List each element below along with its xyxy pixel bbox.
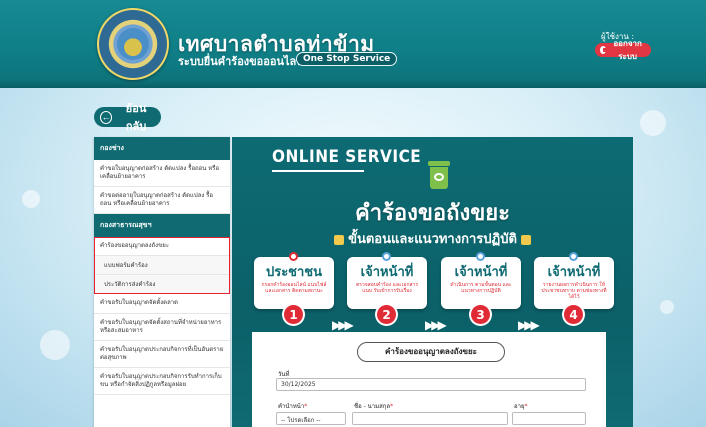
step-desc: กรอกคำร้องออนไลน์ แนบไฟล์และเอกสาร ติดตา… — [261, 282, 327, 294]
page-title: คำร้องขอถังขยะ — [355, 201, 510, 226]
sidebar-subitem-request-form[interactable]: แบบฟอร์มคำร้อง — [94, 256, 230, 276]
step-number-4: 4 — [564, 305, 583, 324]
prefix-label: คำนำหน้า* — [278, 403, 308, 410]
step-arrow-icon: ▶▶▶ — [332, 318, 354, 332]
step-desc: ตรวจสอบคำร้อง และเอกสารแนบ รับเข้าการรับ… — [355, 282, 419, 294]
step-card-3: เจ้าหน้าที่ ดำเนินการ ตามขั้นตอน และแนวท… — [441, 252, 521, 309]
step-number-2: 2 — [377, 305, 396, 324]
step-arrow-icon: ▶▶▶ — [518, 318, 540, 332]
arrow-left-icon: ← — [100, 110, 113, 124]
people-icon — [334, 234, 345, 245]
age-input[interactable] — [512, 412, 586, 425]
sidebar-section-engineering: กองช่าง — [94, 137, 230, 160]
age-label: อายุ* — [514, 403, 528, 410]
sidebar-item-building-permit[interactable]: คำขอใบอนุญาตก่อสร้าง ดัดแปลง รื้อถอน หรื… — [94, 160, 230, 188]
name-label: ชื่อ - นามสกุล* — [354, 403, 394, 410]
steps-heading-text: ขั้นตอนและแนวทางการปฏิบัติ — [348, 232, 517, 247]
logout-icon — [600, 46, 607, 54]
site-subtitle: ระบบยื่นคำร้องขอออนไลน์ — [178, 55, 304, 68]
date-input[interactable] — [276, 378, 586, 391]
sidebar-item-hazard-license[interactable]: คำขอรับใบอนุญาตประกอบกิจการที่เป็นอันตรา… — [94, 341, 230, 368]
sidebar-item-waste-license[interactable]: คำขอรับใบอนุญาตประกอบกิจการรับทำการเก็บ … — [94, 368, 230, 396]
step-desc: รายงานผลการดำเนินการ ให้ประชาชนทราบ ตามช… — [541, 282, 607, 300]
online-service-heading: ONLINE SERVICE — [272, 147, 422, 167]
step-number-3: 3 — [471, 305, 490, 324]
background-bokeh — [640, 110, 666, 136]
heading-underline — [272, 170, 364, 172]
sidebar-menu: กองช่าง คำขอใบอนุญาตก่อสร้าง ดัดแปลง รื้… — [94, 137, 230, 427]
municipality-logo — [97, 8, 169, 80]
person-pin-icon — [382, 252, 391, 261]
background-bokeh — [660, 300, 674, 314]
person-pin-icon — [569, 252, 578, 261]
people-icon — [520, 234, 531, 245]
step-number-1: 1 — [284, 305, 303, 324]
sidebar-item-market-license[interactable]: คำขอรับใบอนุญาตจัดตั้งตลาด — [94, 294, 230, 314]
sidebar-subitem-request-history[interactable]: ประวัติการส่งคำร้อง — [94, 275, 230, 295]
sidebar-item-bin-request[interactable]: คำร้องขออนุญาตลงถังขยะ — [94, 237, 230, 257]
sidebar-item-food-license[interactable]: คำขอรับใบอนุญาตจัดตั้งสถานที่จำหน่ายอาหา… — [94, 314, 230, 341]
person-pin-icon — [476, 252, 485, 261]
back-button[interactable]: ← ย้อนกลับ — [94, 103, 161, 133]
step-card-2: เจ้าหน้าที่ ตรวจสอบคำร้อง และเอกสารแนบ ร… — [347, 252, 427, 309]
step-card-1: ประชาชน กรอกคำร้องออนไลน์ แนบไฟล์และเอกส… — [254, 252, 334, 309]
back-label: ย้อนกลับ — [125, 103, 147, 133]
logout-button[interactable]: ออกจากระบบ — [595, 39, 651, 61]
step-arrow-icon: ▶▶▶ — [425, 318, 447, 332]
background-bokeh — [22, 190, 40, 208]
step-desc: ดำเนินการ ตามขั้นตอน และแนวทางการปฏิบัติ — [450, 282, 512, 294]
sidebar-group-bin-request: คำร้องขออนุญาตลงถังขยะ แบบฟอร์มคำร้อง ปร… — [94, 237, 230, 295]
step-card-4: เจ้าหน้าที่ รายงานผลการดำเนินการ ให้ประช… — [534, 252, 614, 309]
sidebar-item-permit-renewal[interactable]: คำขอต่ออายุใบอนุญาตก่อสร้าง ดัดแปลง รื้อ… — [94, 187, 230, 215]
request-form: คำร้องขออนุญาตลงถังขยะ วันที่ คำนำหน้า* … — [252, 332, 606, 427]
name-input[interactable] — [352, 412, 508, 425]
background-bokeh — [40, 330, 70, 360]
form-title: คำร้องขออนุญาตลงถังขยะ — [357, 342, 505, 362]
step-role: เจ้าหน้าที่ — [547, 265, 601, 280]
step-role: เจ้าหน้าที่ — [454, 265, 508, 280]
logout-label: ออกจากระบบ — [613, 39, 642, 61]
one-stop-service-badge: One Stop Service — [296, 52, 398, 66]
step-role: ประชาชน — [265, 265, 323, 280]
steps-heading: ขั้นตอนและแนวทางการปฏิบัติ — [232, 228, 633, 249]
person-pin-icon — [289, 252, 298, 261]
step-role: เจ้าหน้าที่ — [360, 265, 414, 280]
prefix-select[interactable]: -- โปรดเลือก -- — [276, 412, 346, 425]
sidebar-section-public-health: กองสาธารณสุขฯ — [94, 214, 230, 238]
recycle-bin-icon — [428, 161, 450, 189]
site-header: เทศบาลตำบลท่าข้าม ระบบยื่นคำร้องขอออนไลน… — [0, 0, 706, 88]
